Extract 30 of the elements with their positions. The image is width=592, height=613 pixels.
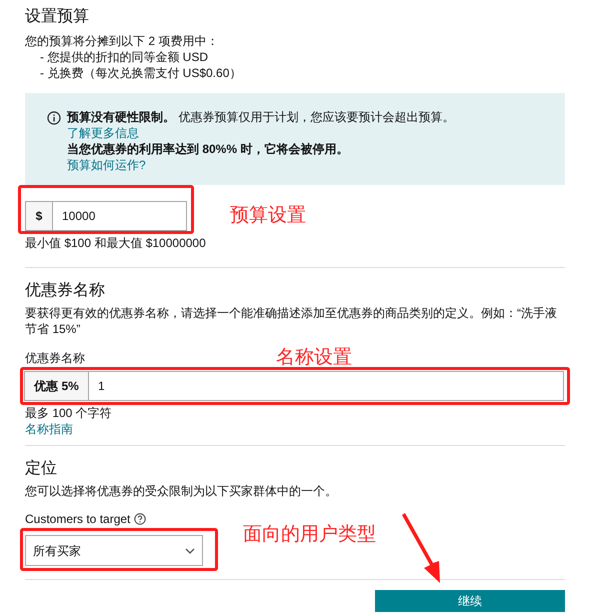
budget-value: 10000 <box>61 208 96 225</box>
section-title: 设置预算 <box>25 7 90 27</box>
coupon-name-field[interactable]: 优惠 5% 1 <box>24 371 564 401</box>
name-description: 要获得更有效的优惠券名称，请选择一个能准确描述添加至优惠券的商品类别的定义。例如：“洗手液节省 15%” <box>25 305 558 337</box>
annotation-label: 名称设置 <box>276 347 352 369</box>
list-item: - 兑换费（每次兑换需支付 US$0.60） <box>39 65 242 81</box>
warning-text: 当您优惠券的利用率达到 80%% 时，它将会被停用。 <box>67 141 350 157</box>
notice-text: 预算没有硬性限制。 优惠券预算仅用于计划，您应该要预计会超出预算。 <box>67 109 454 125</box>
section-title: 定位 <box>25 458 58 479</box>
learn-more-link[interactable]: 了解更多信息 <box>67 125 139 141</box>
naming-guide-link[interactable]: 名称指南 <box>25 421 73 437</box>
intro-text: 您的预算将分摊到以下 2 项费用中： <box>25 33 220 49</box>
list-item: - 您提供的折扣的同等金额 USD <box>39 49 209 65</box>
budget-field[interactable]: $ 10000 <box>25 201 187 231</box>
help-icon[interactable] <box>134 513 146 525</box>
discount-prefix: 优惠 5% <box>25 372 89 400</box>
name-hint: 最多 100 个字符 <box>25 405 113 421</box>
coupon-name-value: 1 <box>97 378 105 395</box>
continue-button[interactable]: 继续 <box>375 590 565 612</box>
budget-help-link[interactable]: 预算如何运作? <box>67 157 146 173</box>
field-label: 优惠券名称 <box>25 350 85 366</box>
chevron-down-icon <box>185 548 195 554</box>
budget-hint: 最小值 $100 和最大值 $10000000 <box>25 235 207 251</box>
annotation-label: 预算设置 <box>230 208 306 224</box>
section-title: 优惠券名称 <box>25 280 106 301</box>
field-label: Customers to target <box>25 511 130 527</box>
customer-select[interactable]: 所有买家 <box>25 535 203 566</box>
targeting-description: 您可以选择将优惠券的受众限制为以下买家群体中的一个。 <box>25 483 338 499</box>
currency-prefix: $ <box>26 202 53 230</box>
info-icon <box>47 111 61 125</box>
